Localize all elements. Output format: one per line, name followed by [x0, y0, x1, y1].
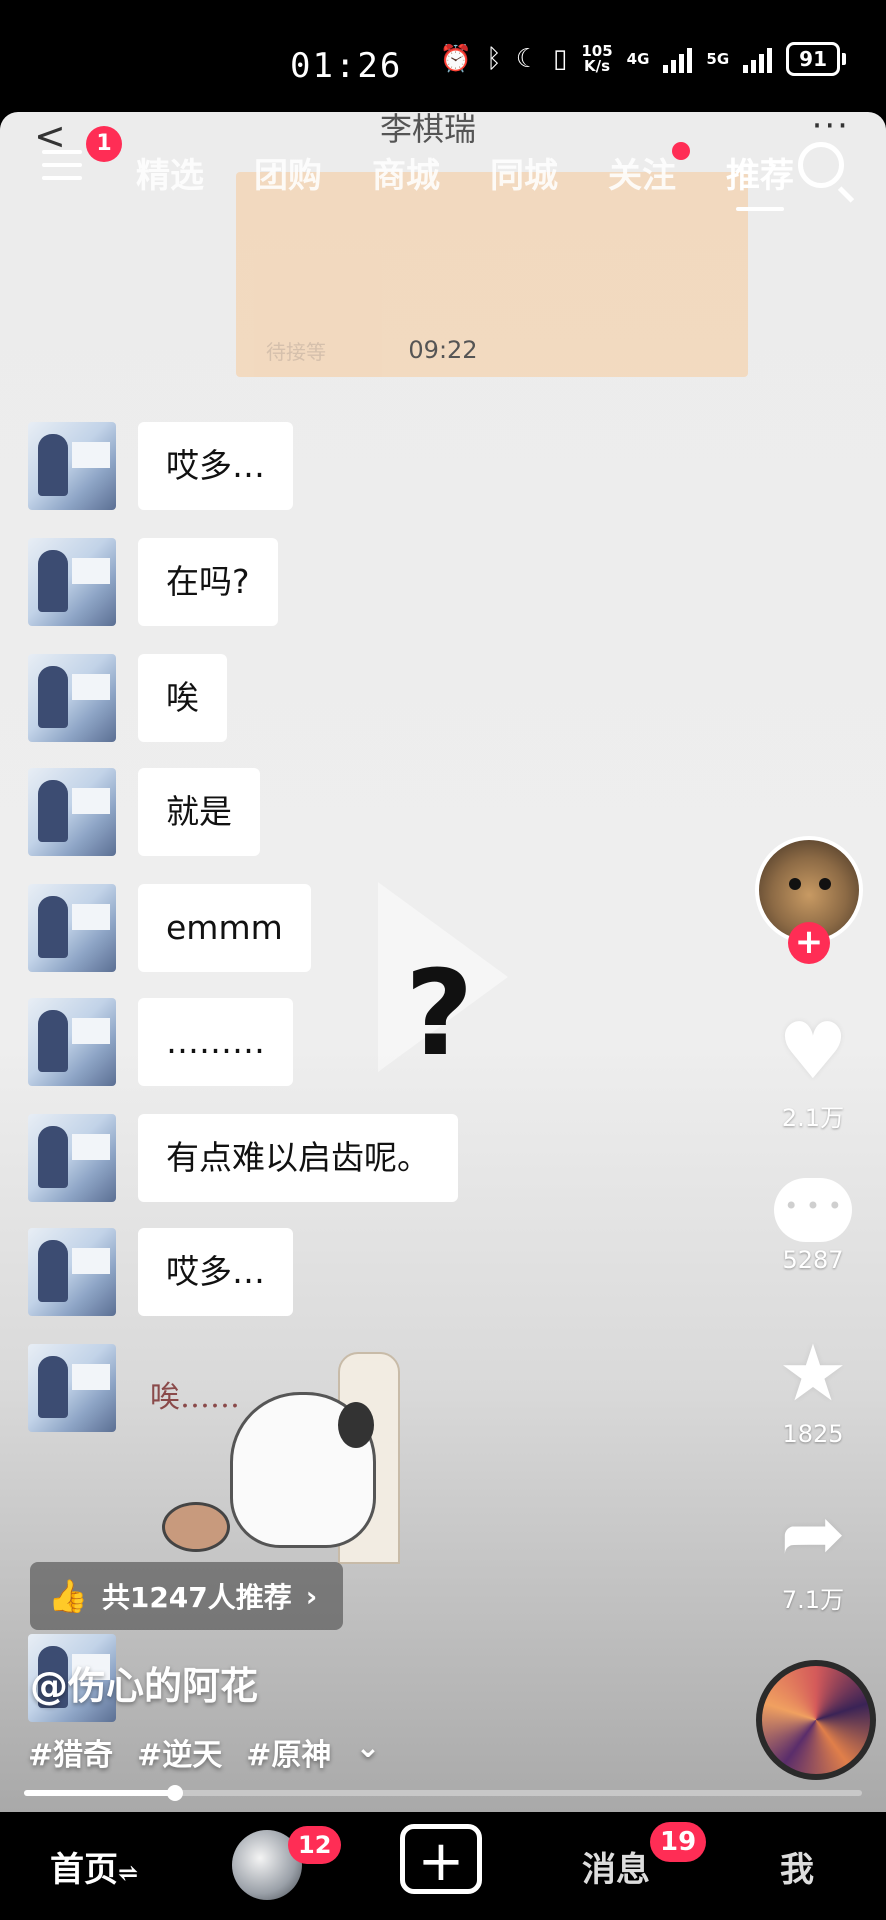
chat-timestamp: 09:22	[408, 336, 478, 364]
chat-bubble: 有点难以启齿呢。	[138, 1114, 458, 1202]
chat-message-row: 就是	[28, 768, 260, 856]
refresh-icon: ⇌	[118, 1858, 139, 1887]
signal-5g-label: 5G	[706, 49, 730, 68]
contact-avatar	[28, 998, 116, 1086]
signal-4g-label: 4G	[626, 49, 650, 68]
panda-tail	[162, 1502, 230, 1552]
progress-knob[interactable]	[166, 1785, 183, 1801]
recommend-text: 共1247人推荐	[101, 1581, 292, 1614]
like-button[interactable]: ♥ 2.1万	[760, 1010, 866, 1133]
signal-bars-5g-icon	[743, 45, 773, 73]
chat-message-row	[28, 1344, 116, 1432]
menu-badge: 1	[86, 126, 122, 162]
feed-tabs: 精选 团购 商城 同城 关注 推荐	[136, 142, 794, 211]
tab-recommend[interactable]: 推荐	[726, 148, 794, 211]
contact-avatar	[28, 422, 116, 510]
video-progress-bar[interactable]	[24, 1785, 862, 1801]
chat-message-row: 哎多…	[28, 422, 293, 510]
comment-button[interactable]: 5287	[760, 1178, 866, 1274]
nav-profile[interactable]: 我	[780, 1842, 814, 1891]
thumbs-up-icon: 👍	[48, 1577, 88, 1615]
video-frame[interactable]: 待接等 < 李棋瑞 ··· 09:22 哎多… 在吗? 唉 就是 emmm ………	[0, 112, 886, 1812]
status-time: 01:26	[290, 46, 403, 86]
chat-bubble: 就是	[138, 768, 260, 856]
battery-icon: 91	[786, 42, 846, 76]
contact-avatar	[28, 1228, 116, 1316]
panda-ear	[338, 1402, 374, 1448]
chat-bubble: 唉	[138, 654, 227, 742]
panda-sticker: 唉……	[150, 1352, 410, 1582]
tab-featured[interactable]: 精选	[136, 148, 204, 197]
vibrate-icon: ▯	[553, 44, 568, 74]
recommend-pill[interactable]: 👍 共1247人推荐 ›	[30, 1562, 344, 1630]
question-mark-overlay: ?	[405, 944, 474, 1082]
contact-avatar	[28, 884, 116, 972]
tab-local[interactable]: 同城	[490, 148, 558, 197]
sticker-text: 唉……	[150, 1380, 240, 1415]
creator-eye	[819, 878, 831, 890]
hashtag-list: #猎奇 #逆天 #原神 ⌄	[28, 1730, 381, 1774]
chat-message-row: emmm	[28, 884, 311, 972]
tab-mall[interactable]: 商城	[372, 148, 440, 197]
heart-icon: ♥	[778, 1007, 848, 1097]
nav-messages[interactable]: 消息	[582, 1842, 650, 1891]
bottom-nav: 首页⇌ 12 + 消息 19 我	[0, 1812, 886, 1920]
net-speed: 105 K/s	[581, 42, 613, 75]
chat-message-row: 在吗?	[28, 538, 278, 626]
tab-following[interactable]: 关注	[608, 142, 690, 197]
contact-avatar	[28, 768, 116, 856]
menu-icon[interactable]	[42, 150, 82, 180]
music-disc-icon[interactable]	[756, 1660, 876, 1780]
messages-badge: 19	[650, 1822, 707, 1862]
share-count: 7.1万	[781, 1586, 845, 1614]
chat-message-row: 哎多…	[28, 1228, 293, 1316]
nav-home[interactable]: 首页⇌	[50, 1842, 138, 1891]
creator-eye	[789, 878, 801, 890]
comment-icon	[774, 1178, 852, 1242]
friends-badge: 12	[288, 1826, 342, 1864]
contact-avatar	[28, 654, 116, 742]
chat-bubble: 哎多…	[138, 422, 293, 510]
comment-count: 5287	[782, 1246, 844, 1274]
author-name[interactable]: @伤心的阿花	[30, 1655, 258, 1710]
chat-bubble: 哎多…	[138, 1228, 293, 1316]
star-icon: ★	[778, 1329, 848, 1419]
favorite-button[interactable]: ★ 1825	[760, 1332, 866, 1448]
status-icons: ⏰ ᛒ ☾ ▯ 105 K/s 4G 5G 91	[439, 42, 846, 76]
share-button[interactable]: ➦ 7.1万	[760, 1492, 866, 1615]
hashtag[interactable]: #逆天	[137, 1730, 222, 1774]
bluetooth-icon: ᛒ	[486, 44, 502, 74]
search-icon[interactable]	[798, 142, 844, 188]
chevron-down-icon[interactable]: ⌄	[355, 1730, 380, 1774]
chat-bubble: emmm	[138, 884, 311, 972]
alarm-icon: ⏰	[439, 44, 473, 74]
signal-bars-icon	[663, 45, 693, 73]
hashtag[interactable]: #原神	[246, 1730, 331, 1774]
contact-avatar	[28, 1114, 116, 1202]
status-bar: 01:26 ⏰ ᛒ ☾ ▯ 105 K/s 4G 5G 91	[0, 0, 886, 112]
progress-fill	[24, 1790, 175, 1796]
create-button[interactable]: +	[400, 1824, 482, 1894]
favorite-count: 1825	[782, 1420, 844, 1448]
following-dot	[672, 142, 690, 160]
tab-group-buy[interactable]: 团购	[254, 148, 322, 197]
top-nav: 1 精选 团购 商城 同城 关注 推荐	[0, 112, 886, 222]
share-icon: ➦	[780, 1489, 846, 1579]
follow-button[interactable]: +	[788, 922, 830, 964]
chat-bubble: ………	[138, 998, 293, 1086]
like-count: 2.1万	[781, 1104, 845, 1132]
hashtag[interactable]: #猎奇	[28, 1730, 113, 1774]
moon-icon: ☾	[515, 44, 540, 74]
chat-message-row: 有点难以启齿呢。	[28, 1114, 458, 1202]
chat-message-row: 唉	[28, 654, 227, 742]
chevron-right-icon: ›	[305, 1579, 318, 1613]
chat-message-row: ………	[28, 998, 293, 1086]
contact-avatar	[28, 1344, 116, 1432]
contact-avatar	[28, 538, 116, 626]
chat-bubble: 在吗?	[138, 538, 278, 626]
